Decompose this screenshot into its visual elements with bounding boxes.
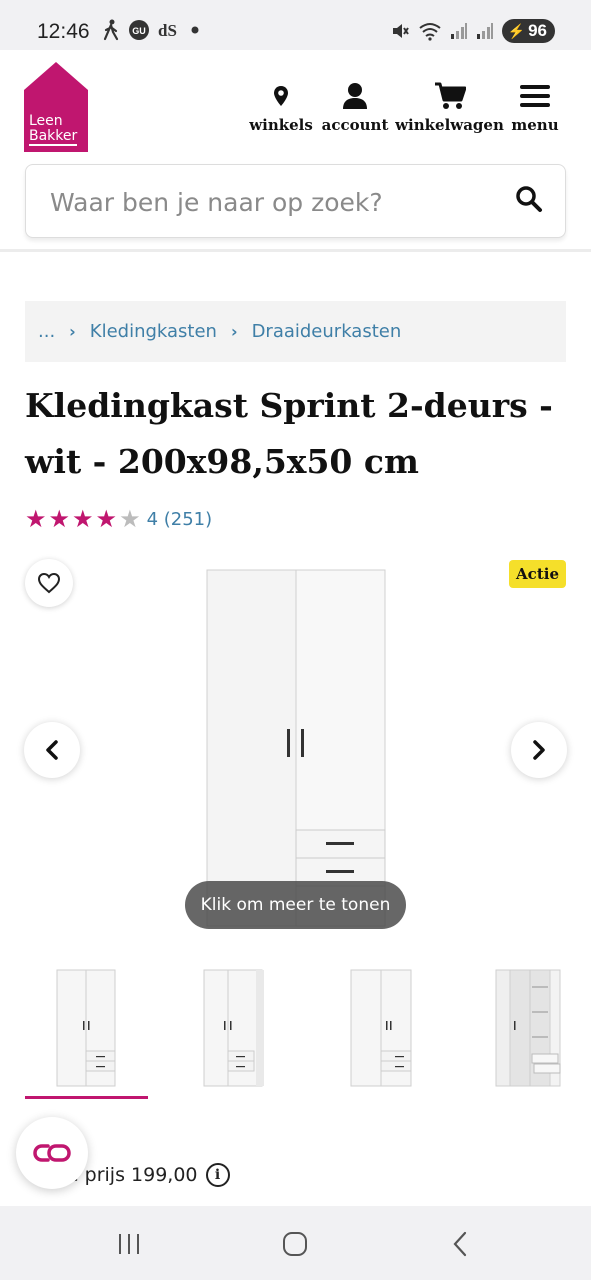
nav-winkels[interactable]: winkels [249, 80, 313, 134]
ds-icon: dS [158, 21, 177, 40]
mute-icon [392, 24, 409, 38]
chevron-right-icon: › [69, 322, 76, 341]
promo-badge: Actie [509, 560, 566, 588]
charging-icon: ⚡ [507, 22, 526, 39]
nav-menu[interactable]: menu [511, 80, 559, 134]
gallery-hint-toast[interactable]: Klik om meer te tonen [185, 881, 406, 929]
system-navigation-bar [0, 1206, 591, 1280]
battery-indicator: ⚡ 96 [501, 19, 555, 43]
rating-stars: ★ ★ ★ ★ ★ [25, 505, 141, 533]
chevron-right-icon: › [230, 322, 238, 341]
site-header: Leen Bakker winkels account winkelwagen … [0, 50, 591, 252]
search-input[interactable] [50, 183, 490, 221]
nav-winkelwagen[interactable]: winkelwagen [395, 80, 504, 134]
walking-icon [103, 19, 119, 41]
cart-icon [434, 80, 466, 112]
user-icon [342, 80, 368, 112]
star-filled-icon: ★ [95, 505, 118, 533]
nav-label-account: account [321, 116, 389, 134]
star-filled-icon: ★ [72, 505, 94, 533]
thumbnail-strip [0, 960, 591, 1100]
breadcrumb: ... › Kledingkasten › Draaideurkasten [25, 301, 566, 362]
nav-label-menu: menu [511, 116, 559, 134]
chat-button[interactable] [16, 1117, 88, 1189]
gallery-prev-button[interactable] [24, 722, 80, 778]
status-right-icons: ⚡ 96 [390, 19, 555, 43]
status-left-icons: GU dS [102, 19, 200, 41]
thumbnail-3[interactable] [345, 966, 425, 1090]
thumbnail-1[interactable] [52, 966, 132, 1090]
battery-level: 96 [528, 21, 547, 40]
gallery-next-button[interactable] [511, 722, 567, 778]
nav-account[interactable]: account [321, 80, 389, 134]
signal-icon [476, 23, 493, 39]
info-icon[interactable]: i [205, 1163, 230, 1187]
chat-icon [33, 1144, 71, 1162]
chevron-right-icon [533, 740, 545, 760]
nav-label-winkels: winkels [249, 116, 313, 134]
svg-text:GU: GU [132, 26, 146, 36]
status-time: 12:46 [37, 20, 90, 43]
leen-bakker-logo[interactable]: Leen Bakker [24, 62, 88, 152]
search-bar [25, 164, 566, 238]
product-gallery: Actie Klik om meer te tonen [0, 555, 591, 945]
logo-text-bakker: Bakker [29, 128, 78, 146]
favorite-button[interactable] [25, 559, 73, 607]
recent-apps-icon [119, 1234, 139, 1254]
breadcrumb-ellipsis[interactable]: ... [38, 321, 55, 342]
nav-label-winkelwagen: winkelwagen [395, 116, 504, 134]
product-image-wardrobe[interactable] [206, 569, 386, 929]
star-filled-icon: ★ [48, 505, 71, 533]
location-pin-icon [273, 80, 289, 112]
thumbnail-active-indicator [25, 1096, 148, 1099]
search-icon [516, 186, 542, 212]
home-button[interactable] [279, 1228, 311, 1260]
svg-text:dS: dS [158, 21, 177, 40]
hamburger-icon [520, 80, 550, 112]
recent-apps-button[interactable] [113, 1228, 145, 1260]
dot-icon [191, 26, 199, 34]
star-empty-icon: ★ [119, 505, 141, 533]
breadcrumb-kledingkasten[interactable]: Kledingkasten [90, 321, 217, 342]
rating-count[interactable]: 4 (251) [147, 509, 213, 530]
star-filled-icon: ★ [25, 505, 47, 533]
product-rating[interactable]: ★ ★ ★ ★ ★ 4 (251) [25, 505, 212, 533]
thumbnail-4[interactable] [492, 966, 572, 1090]
thumbnail-2[interactable] [198, 966, 278, 1090]
status-bar: 12:46 GU dS ⚡ 96 [0, 0, 591, 50]
heart-icon [37, 572, 61, 594]
breadcrumb-draaideurkasten[interactable]: Draaideurkasten [252, 321, 402, 342]
logo-text-leen: Leen [29, 113, 63, 129]
signal-icon [450, 23, 467, 39]
back-icon [453, 1231, 467, 1257]
back-button[interactable] [444, 1228, 476, 1260]
chevron-left-icon [46, 740, 58, 760]
search-button[interactable] [515, 185, 547, 217]
home-icon [283, 1232, 307, 1256]
wifi-icon [419, 23, 441, 41]
gu-icon: GU [129, 20, 149, 40]
product-title: Kledingkast Sprint 2-deurs - wit - 200x9… [25, 386, 553, 481]
